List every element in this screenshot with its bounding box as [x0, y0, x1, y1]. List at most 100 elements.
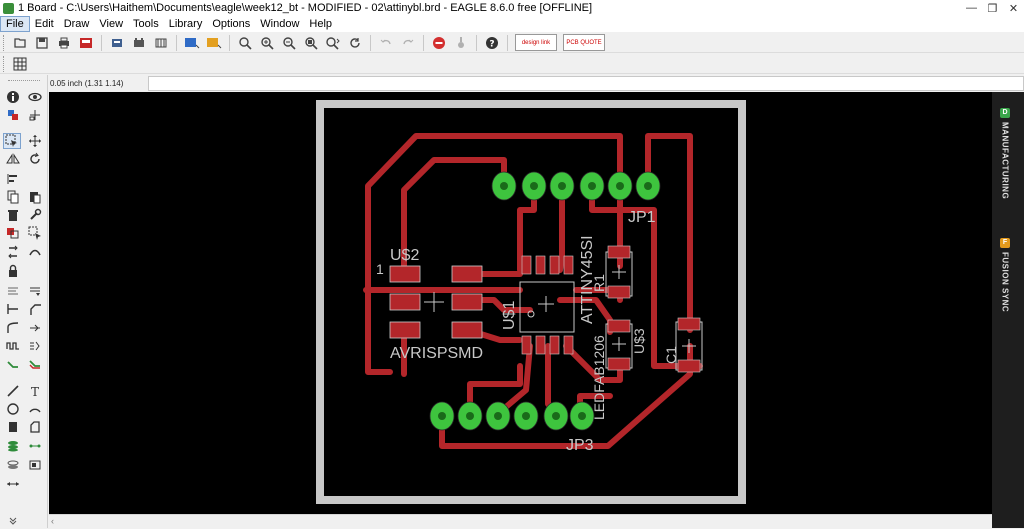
circle-icon[interactable] — [4, 401, 22, 417]
optimize-icon[interactable] — [4, 320, 22, 336]
command-line[interactable] — [148, 76, 1024, 91]
horizontal-scrollbar[interactable]: ‹ — [49, 514, 992, 528]
menu-file[interactable]: File — [0, 16, 30, 32]
scroll-left-icon[interactable]: ‹ — [51, 516, 54, 526]
smd-pad — [389, 265, 421, 283]
split-icon[interactable] — [4, 301, 22, 317]
drill-hole — [522, 412, 530, 420]
select-tool-icon[interactable] — [3, 133, 21, 149]
cam-processor-icon[interactable] — [77, 34, 95, 52]
zoom-out-icon[interactable] — [280, 34, 298, 52]
menu-tools[interactable]: Tools — [128, 16, 164, 32]
origin-cross — [612, 337, 626, 351]
rectangle-icon[interactable] — [4, 419, 22, 435]
redo-icon[interactable] — [399, 34, 417, 52]
route-multiple-icon[interactable] — [26, 357, 44, 373]
use-library-icon[interactable] — [108, 34, 126, 52]
menu-view[interactable]: View — [94, 16, 128, 32]
zoom-previous-icon[interactable] — [324, 34, 342, 52]
paste-icon[interactable] — [26, 189, 44, 205]
pcb-quote-label: PCB QUOTE — [566, 39, 602, 46]
pcb-layout[interactable]: JP1 JP3 U$2 1 AVRISPSMD U$1 ATTINY45SI R… — [49, 92, 992, 514]
capacitor-c1 — [675, 317, 703, 373]
minimize-button[interactable]: — — [961, 0, 982, 16]
mark-icon[interactable] — [26, 107, 44, 123]
more-tools-icon[interactable] — [4, 513, 22, 529]
menu-library[interactable]: Library — [164, 16, 208, 32]
print-icon[interactable] — [55, 34, 73, 52]
redraw-icon[interactable] — [346, 34, 364, 52]
hole-icon[interactable] — [4, 457, 22, 473]
show-icon[interactable] — [26, 89, 44, 105]
delete-icon[interactable] — [4, 207, 22, 223]
info-icon[interactable] — [4, 89, 22, 105]
menu-help[interactable]: Help — [304, 16, 337, 32]
smash-icon[interactable] — [4, 283, 22, 299]
drill-hole — [438, 412, 446, 420]
text-icon[interactable]: T — [26, 383, 44, 399]
design-link-button[interactable]: design link — [515, 34, 557, 51]
pcb-quote-button[interactable]: PCB QUOTE — [563, 34, 605, 51]
fusion-sync-badge-icon: F — [1000, 238, 1010, 248]
restore-button[interactable]: ❐ — [982, 0, 1003, 16]
command-line-input[interactable] — [149, 77, 1023, 90]
rip-up-icon[interactable] — [26, 244, 44, 260]
zoom-fit-icon[interactable] — [236, 34, 254, 52]
zoom-select-icon[interactable] — [302, 34, 320, 52]
menu-options[interactable]: Options — [207, 16, 255, 32]
menu-window[interactable]: Window — [255, 16, 304, 32]
mirror-icon[interactable] — [4, 151, 22, 167]
meander-icon[interactable] — [4, 338, 22, 354]
polygon-icon[interactable] — [26, 419, 44, 435]
save-icon[interactable] — [33, 34, 51, 52]
swap-icon[interactable] — [4, 244, 22, 260]
menu-draw[interactable]: Draw — [59, 16, 95, 32]
smd-pad — [677, 317, 701, 331]
arc-icon[interactable] — [26, 401, 44, 417]
stop-icon[interactable] — [430, 34, 448, 52]
route-diff-pair-icon[interactable] — [26, 338, 44, 354]
palette-grip[interactable] — [8, 80, 40, 82]
group-icon[interactable] — [26, 225, 44, 241]
signal-icon[interactable] — [26, 438, 44, 454]
toolbar-grip[interactable] — [3, 34, 6, 51]
fusion-sync-tab[interactable]: F FUSION SYNC — [996, 238, 1014, 312]
attribute-icon[interactable] — [26, 457, 44, 473]
go-icon[interactable] — [452, 34, 470, 52]
line-icon[interactable] — [4, 383, 22, 399]
eagle-app-icon — [3, 2, 14, 14]
help-icon[interactable]: ? — [483, 34, 501, 52]
toolbar-separator — [476, 34, 477, 51]
align-icon[interactable] — [4, 171, 22, 187]
board-canvas[interactable]: JP1 JP3 U$2 1 AVRISPSMD U$1 ATTINY45SI R… — [49, 92, 992, 514]
grid-icon[interactable] — [11, 55, 29, 73]
close-button[interactable]: ✕ — [1003, 0, 1024, 16]
open-icon[interactable] — [11, 34, 29, 52]
manufacturing-tab[interactable]: D MANUFACTURING — [996, 108, 1014, 199]
display-layers-icon[interactable] — [4, 107, 22, 123]
replace-icon[interactable] — [4, 225, 22, 241]
label-avrisp: AVRISPSMD — [390, 345, 483, 362]
schematic-switch-icon[interactable] — [183, 34, 201, 52]
rotate-icon[interactable] — [26, 151, 44, 167]
undo-icon[interactable] — [377, 34, 395, 52]
miter-icon[interactable] — [26, 301, 44, 317]
zoom-in-icon[interactable] — [258, 34, 276, 52]
layer-settings-icon[interactable] — [130, 34, 148, 52]
menu-edit[interactable]: Edit — [30, 16, 59, 32]
change-icon[interactable] — [26, 207, 44, 223]
script-icon[interactable] — [152, 34, 170, 52]
smd-pad — [549, 255, 560, 275]
toolbar-grip[interactable] — [3, 55, 6, 72]
smd-pad — [607, 319, 631, 333]
copy-icon[interactable] — [4, 189, 22, 205]
slice-icon[interactable] — [26, 320, 44, 336]
via-icon[interactable] — [4, 438, 22, 454]
ulp-icon[interactable] — [205, 34, 223, 52]
dimension-icon[interactable] — [4, 476, 22, 492]
value-icon[interactable] — [26, 283, 44, 299]
move-icon[interactable] — [26, 133, 44, 149]
route-icon[interactable] — [4, 357, 22, 373]
lock-icon[interactable] — [4, 263, 22, 279]
toolbar-separator — [229, 34, 230, 51]
